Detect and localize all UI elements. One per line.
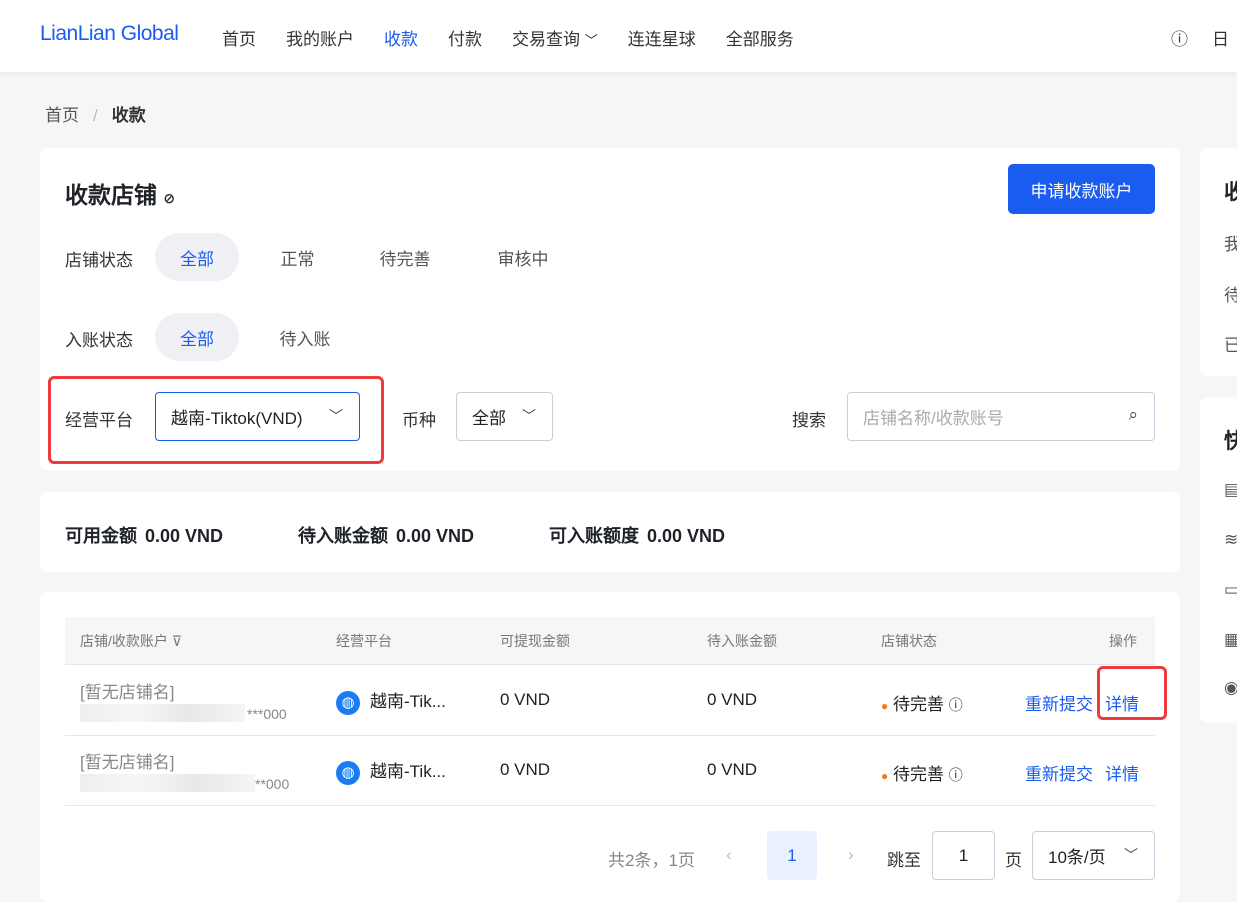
side-item[interactable]: 待 [1224,281,1237,306]
col-status: 店铺状态 [881,633,937,649]
status-badge: ● 待完善 ⓘ [881,765,963,784]
prev-page-icon[interactable]: ‹ [726,845,732,865]
logo[interactable]: LianLian Global [40,22,179,46]
breadcrumb-current: 收款 [111,106,146,125]
col-withdrawable: 可提现金额 [500,633,570,649]
search-icon[interactable]: ⌕ [1128,405,1138,425]
resubmit-link[interactable]: 重新提交 [1025,690,1093,715]
jump-label: 跳至 [887,851,921,870]
currency-select[interactable]: 全部 ﹀ [456,392,553,441]
apply-account-button[interactable]: 申请收款账户 [1008,164,1155,214]
account-number: **000 [255,776,290,792]
globe-icon: ◍ [336,690,360,715]
page-title: 收款店铺 ⊘ [65,182,176,208]
breadcrumb-home[interactable]: 首页 [45,106,79,125]
redacted-account [80,704,245,722]
withdrawable-amount: 0 VND [500,760,551,779]
withdrawable-amount: 0 VND [500,690,551,709]
entry-status-pending[interactable]: 待入账 [265,313,345,361]
page-unit: 页 [1005,851,1022,870]
platform: ◍ 越南-Tik... [336,687,446,715]
side-title: 快 [1224,430,1237,453]
side-title: 收 [1224,181,1237,204]
search-placeholder: 店铺名称/收款账号 [863,409,1004,428]
filter-card: 收款店铺 ⊘ 申请收款账户 店铺状态 全部 正常 待完善 审核中 入账状态 全部… [40,148,1180,471]
side-card-quick: 快 ▤ ≋ ▭ ▦ ◉ [1200,397,1237,723]
nav-my-account[interactable]: 我的账户 [286,25,354,50]
table-row: [暂无店铺名] ***000 ◍ 越南-Tik... 0 VND 0 VND ● … [65,666,1167,736]
pagination-total: 共2条，1页 [608,851,695,870]
pending-amount: 待入账金额 0.00 VND [298,526,475,546]
summary-card: 可用金额 0.00 VND 待入账金额 0.00 VND 可入账额度 0.00 VND [40,492,1180,572]
chevron-down-icon: ﹀ [1124,847,1138,863]
side-card-receive: 收 我 待 已 [1200,148,1237,376]
calendar-icon[interactable]: 日 [1212,25,1229,50]
page-size-select[interactable]: 10条/页 ﹀ [1032,831,1155,880]
col-action: 操作 [1109,633,1137,649]
info-icon[interactable]: ⓘ [949,767,963,783]
entry-status-all[interactable]: 全部 [155,313,239,361]
side-item[interactable]: 我 [1224,230,1237,255]
col-pending: 待入账金额 [707,633,777,649]
layers-icon[interactable]: ≋ [1224,530,1237,550]
shop-name: [暂无店铺名] [80,753,175,772]
pending-amount: 0 VND [707,690,758,709]
breadcrumb: 首页 / 收款 [45,106,146,125]
shop-status-review[interactable]: 审核中 [483,233,563,281]
shop-status-normal[interactable]: 正常 [260,233,335,281]
shop-status-label: 店铺状态 [65,251,133,270]
highlight-box [1097,666,1167,720]
info-icon[interactable]: ⓘ [949,697,963,713]
shop-status-all[interactable]: 全部 [155,233,239,281]
col-platform: 经营平台 [336,633,392,649]
status-badge: ● 待完善 ⓘ [881,695,963,714]
nav-transactions[interactable]: 交易查询 ﹀ [512,25,598,50]
nav-transactions-label: 交易查询 [512,30,580,49]
redacted-account [80,774,255,792]
next-page-icon[interactable]: › [848,845,854,865]
top-nav: LianLian Global 首页 我的账户 收款 付款 交易查询 ﹀ 连连星… [0,0,1237,72]
side-item[interactable]: 已 [1224,331,1237,356]
currency-value: 全部 [472,409,506,428]
available-amount: 可用金额 0.00 VND [65,526,224,546]
nav-home[interactable]: 首页 [222,25,256,50]
platform: ◍ 越南-Tik... [336,757,446,785]
chevron-down-icon: ﹀ [522,408,536,424]
globe-icon: ◍ [336,760,360,785]
nav-receive[interactable]: 收款 [384,25,418,50]
page-1-button[interactable]: 1 [767,831,817,880]
eye-icon[interactable]: ◉ [1224,678,1237,698]
jump-input[interactable]: 1 [932,831,995,880]
help-icon[interactable]: ⓘ [1171,25,1188,50]
nav-all-services[interactable]: 全部服务 [726,25,794,50]
highlight-box [48,376,384,464]
table-header: 店铺/收款账户 ⊽ 经营平台 可提现金额 待入账金额 店铺状态 操作 [65,617,1155,665]
col-shop: 店铺/收款账户 ⊽ [80,633,183,649]
search-input[interactable]: 店铺名称/收款账号 ⌕ [847,392,1155,441]
account-number: ***000 [247,706,287,722]
entry-quota: 可入账额度 0.00 VND [549,526,726,546]
shop-name: [暂无店铺名] [80,683,175,702]
details-link[interactable]: 详情 [1105,760,1139,785]
shop-status-incomplete[interactable]: 待完善 [365,233,445,281]
pending-amount: 0 VND [707,760,758,779]
nav-pay[interactable]: 付款 [448,25,482,50]
folder-icon[interactable]: ▭ [1224,580,1237,600]
table-card: 店铺/收款账户 ⊽ 经营平台 可提现金额 待入账金额 店铺状态 操作 [暂无店铺… [40,592,1180,902]
currency-label: 币种 [402,411,436,430]
book-icon[interactable]: ▤ [1224,480,1237,500]
filter-icon[interactable]: ⊽ [172,633,182,649]
chevron-down-icon: ﹀ [584,33,598,48]
search-label: 搜索 [792,411,826,430]
entry-status-label: 入账状态 [65,331,133,350]
resubmit-link[interactable]: 重新提交 [1025,760,1093,785]
eye-off-icon[interactable]: ⊘ [163,190,175,206]
list-icon[interactable]: ▦ [1224,630,1237,650]
table-row: [暂无店铺名] **000 ◍ 越南-Tik... 0 VND 0 VND ● 待… [65,736,1155,806]
nav-planet[interactable]: 连连星球 [628,25,696,50]
